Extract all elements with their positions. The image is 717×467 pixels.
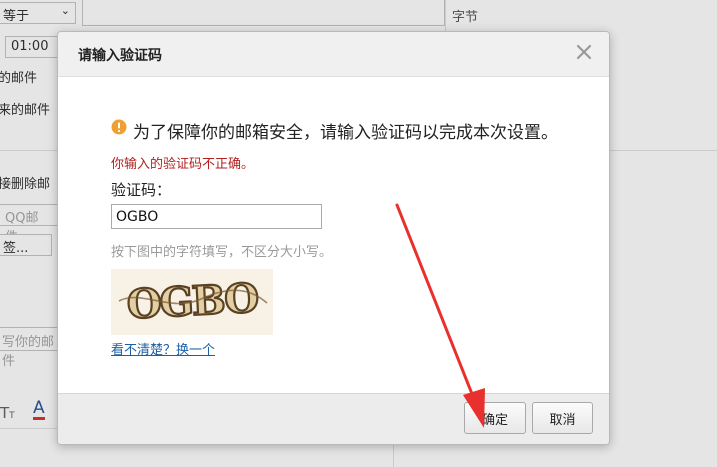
error-message: 你输入的验证码不正确。 [111,157,255,172]
captcha-input[interactable] [111,204,322,229]
dialog-header: 请输入验证码 [58,32,609,77]
captcha-label: 验证码： [111,181,172,199]
cancel-button[interactable]: 取消 [532,402,593,434]
captcha-hint: 按下图中的字符填写，不区分大小写。 [111,245,333,260]
confirm-button[interactable]: 确定 [464,402,526,434]
security-notice-text: 为了保障你的邮箱安全，请输入验证码以完成本次设置。 [133,123,558,143]
captcha-image: OGBO [111,269,273,335]
captcha-dialog: 请输入验证码 为了保障你的邮箱安全，请输入验证码以完成本次设置。 你输入的验证码… [57,31,610,445]
dialog-footer: 确定 取消 [58,393,609,444]
close-icon[interactable] [573,41,595,63]
security-notice: 为了保障你的邮箱安全，请输入验证码以完成本次设置。 [133,118,558,143]
refresh-captcha-link[interactable]: 看不清楚？换一个 [111,339,215,358]
warning-icon [111,119,127,135]
dialog-title: 请输入验证码 [78,48,162,64]
